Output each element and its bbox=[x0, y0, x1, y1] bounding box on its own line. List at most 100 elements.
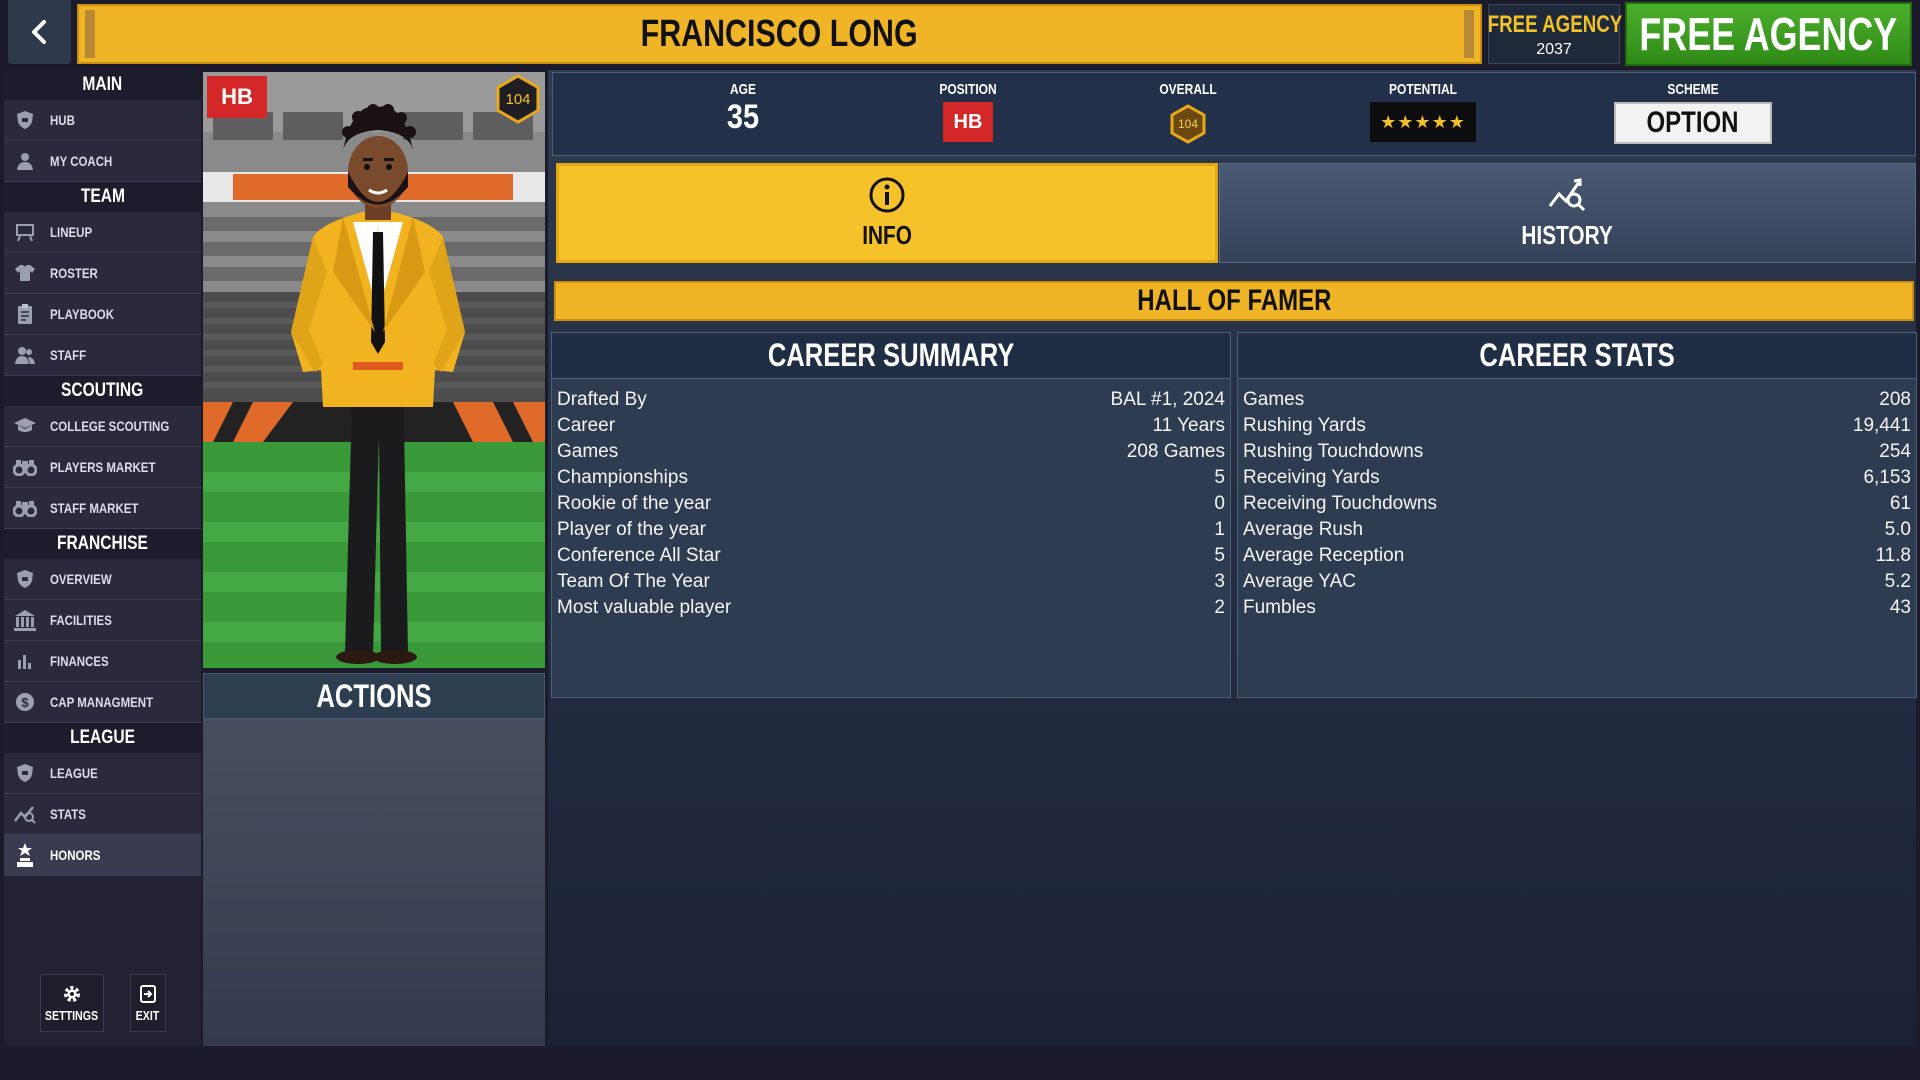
stat-value: 3 bbox=[1214, 571, 1225, 592]
stat-label: Receiving Touchdowns bbox=[1243, 493, 1437, 514]
dollar-coin-icon: $ bbox=[12, 691, 38, 713]
potential-attribute: POTENTIAL ★★★★★ bbox=[1333, 81, 1513, 142]
stat-value: 6,153 bbox=[1863, 467, 1911, 488]
binoculars-icon bbox=[12, 497, 38, 519]
sidebar-item-overview[interactable]: OVERVIEW bbox=[4, 559, 201, 600]
exit-button[interactable]: EXIT bbox=[129, 974, 166, 1032]
sidebar-section-franchise: FRANCHISE bbox=[4, 529, 201, 559]
stat-row: Player of the year 1 bbox=[557, 517, 1225, 543]
sidebar-item-playbook[interactable]: PLAYBOOK bbox=[4, 294, 201, 335]
sidebar-item-staff-market[interactable]: STAFF MARKET bbox=[4, 488, 201, 529]
sidebar-section-title: MAIN bbox=[82, 74, 123, 95]
stat-label: Average Rush bbox=[1243, 519, 1364, 540]
exit-icon bbox=[139, 984, 156, 1003]
sidebar-item-label: MY COACH bbox=[50, 153, 113, 169]
stat-label: Championships bbox=[557, 467, 688, 488]
stat-label: Conference All Star bbox=[557, 545, 721, 566]
scheme-value: OPTION bbox=[1646, 106, 1739, 139]
sidebar-item-label: HONORS bbox=[50, 847, 101, 863]
stat-value: 43 bbox=[1889, 597, 1911, 618]
sidebar-item-cap-managment[interactable]: $ CAP MANAGMENT bbox=[4, 682, 201, 723]
sidebar-item-lineup[interactable]: LINEUP bbox=[4, 212, 201, 253]
career-stats-title: CAREER STATS bbox=[1479, 337, 1675, 373]
sidebar-item-facilities[interactable]: FACILITIES bbox=[4, 600, 201, 641]
actions-panel: ACTIONS bbox=[203, 673, 545, 1046]
stat-value: BAL #1, 2024 bbox=[1110, 389, 1225, 410]
stat-row: Drafted By BAL #1, 2024 bbox=[557, 387, 1225, 413]
scheme-value-box[interactable]: OPTION bbox=[1614, 102, 1772, 144]
stat-value: 5.0 bbox=[1884, 519, 1911, 540]
sidebar-item-label: HUB bbox=[50, 112, 75, 128]
hall-of-famer-banner: HALL OF FAMER bbox=[554, 281, 1914, 321]
stat-value: 5 bbox=[1214, 467, 1225, 488]
stat-label: Career bbox=[557, 415, 616, 436]
jersey-icon bbox=[12, 262, 38, 284]
stat-value: 0 bbox=[1214, 493, 1225, 514]
stat-row: Most valuable player 2 bbox=[557, 595, 1225, 621]
shield-icon bbox=[12, 762, 38, 784]
career-summary-title: CAREER SUMMARY bbox=[767, 337, 1015, 373]
season-year: 2037 bbox=[1536, 41, 1572, 58]
stat-label: Average Reception bbox=[1243, 545, 1405, 566]
exit-label: EXIT bbox=[135, 1007, 160, 1023]
sidebar-item-my-coach[interactable]: MY COACH bbox=[4, 141, 201, 182]
sidebar-item-college-scouting[interactable]: COLLEGE SCOUTING bbox=[4, 406, 201, 447]
stat-value: 11.8 bbox=[1875, 545, 1911, 566]
stat-label: Rookie of the year bbox=[557, 493, 712, 514]
stat-value: 1 bbox=[1214, 519, 1225, 540]
stat-row: Conference All Star 5 bbox=[557, 543, 1225, 569]
stat-label: Most valuable player bbox=[557, 597, 732, 618]
lineup-board-icon bbox=[12, 221, 38, 243]
position-badge: HB bbox=[207, 76, 267, 118]
back-button[interactable] bbox=[8, 0, 71, 64]
settings-button[interactable]: SETTINGS bbox=[39, 974, 104, 1032]
age-attribute: AGE 35 bbox=[693, 81, 793, 137]
stat-value: 254 bbox=[1879, 441, 1911, 462]
tab-history[interactable]: HISTORY bbox=[1219, 163, 1916, 263]
scheme-attribute: SCHEME OPTION bbox=[1593, 81, 1793, 144]
overall-value: 104 bbox=[1178, 117, 1198, 131]
player-name-banner: FRANCISCO LONG bbox=[77, 4, 1482, 64]
career-stats-panel: CAREER STATS Games 208 Rushing Yards 19,441… bbox=[1237, 332, 1917, 698]
sidebar-item-label: OVERVIEW bbox=[50, 571, 112, 587]
stats-chart-icon bbox=[12, 803, 38, 825]
stat-label: Average YAC bbox=[1243, 571, 1357, 592]
overall-attribute: OVERALL 104 bbox=[1123, 81, 1253, 144]
stat-row: Games 208 bbox=[1243, 387, 1911, 413]
sidebar-section-title: TEAM bbox=[80, 186, 125, 207]
stat-row: Rushing Touchdowns 254 bbox=[1243, 439, 1911, 465]
position-attribute: POSITION HB bbox=[903, 81, 1033, 142]
sidebar-item-honors[interactable]: HONORS bbox=[4, 835, 201, 876]
position-value: HB bbox=[943, 102, 993, 142]
actions-header: ACTIONS bbox=[203, 673, 545, 719]
sidebar-item-label: CAP MANAGMENT bbox=[50, 694, 154, 710]
phase-label: FREE AGENCY bbox=[1487, 11, 1623, 38]
sidebar-item-hub[interactable]: HUB bbox=[4, 100, 201, 141]
stat-value: 208 bbox=[1879, 389, 1911, 410]
sidebar-item-label: FACILITIES bbox=[50, 612, 112, 628]
age-label: AGE bbox=[729, 81, 756, 98]
sidebar-item-finances[interactable]: FINANCES bbox=[4, 641, 201, 682]
sidebar-item-league[interactable]: LEAGUE bbox=[4, 753, 201, 794]
stat-label: Player of the year bbox=[557, 519, 706, 540]
sidebar-item-label: PLAYBOOK bbox=[50, 306, 115, 322]
season-phase-indicator: FREE AGENCY 2037 bbox=[1487, 4, 1623, 64]
stat-row: Fumbles 43 bbox=[1243, 595, 1911, 621]
free-agency-button[interactable]: FREE AGENCY bbox=[1625, 2, 1912, 66]
sidebar-item-staff[interactable]: STAFF bbox=[4, 335, 201, 376]
tab-info[interactable]: INFO bbox=[556, 163, 1218, 263]
sidebar-item-roster[interactable]: ROSTER bbox=[4, 253, 201, 294]
stat-value: 208 Games bbox=[1126, 441, 1225, 462]
gear-icon bbox=[63, 985, 80, 1002]
stat-label: Drafted By bbox=[557, 389, 647, 410]
overall-label: OVERALL bbox=[1159, 81, 1217, 98]
stat-row: Team Of The Year 3 bbox=[557, 569, 1225, 595]
hexagon-rating-icon: 104 bbox=[496, 74, 540, 124]
stat-label: Fumbles bbox=[1243, 597, 1316, 618]
sidebar-item-label: PLAYERS MARKET bbox=[50, 459, 156, 475]
sidebar-item-players-market[interactable]: PLAYERS MARKET bbox=[4, 447, 201, 488]
sidebar-item-label: STAFF MARKET bbox=[50, 500, 139, 516]
free-agency-button-label: FREE AGENCY bbox=[1639, 8, 1898, 60]
svg-text:$: $ bbox=[21, 695, 29, 710]
sidebar-item-stats[interactable]: STATS bbox=[4, 794, 201, 835]
